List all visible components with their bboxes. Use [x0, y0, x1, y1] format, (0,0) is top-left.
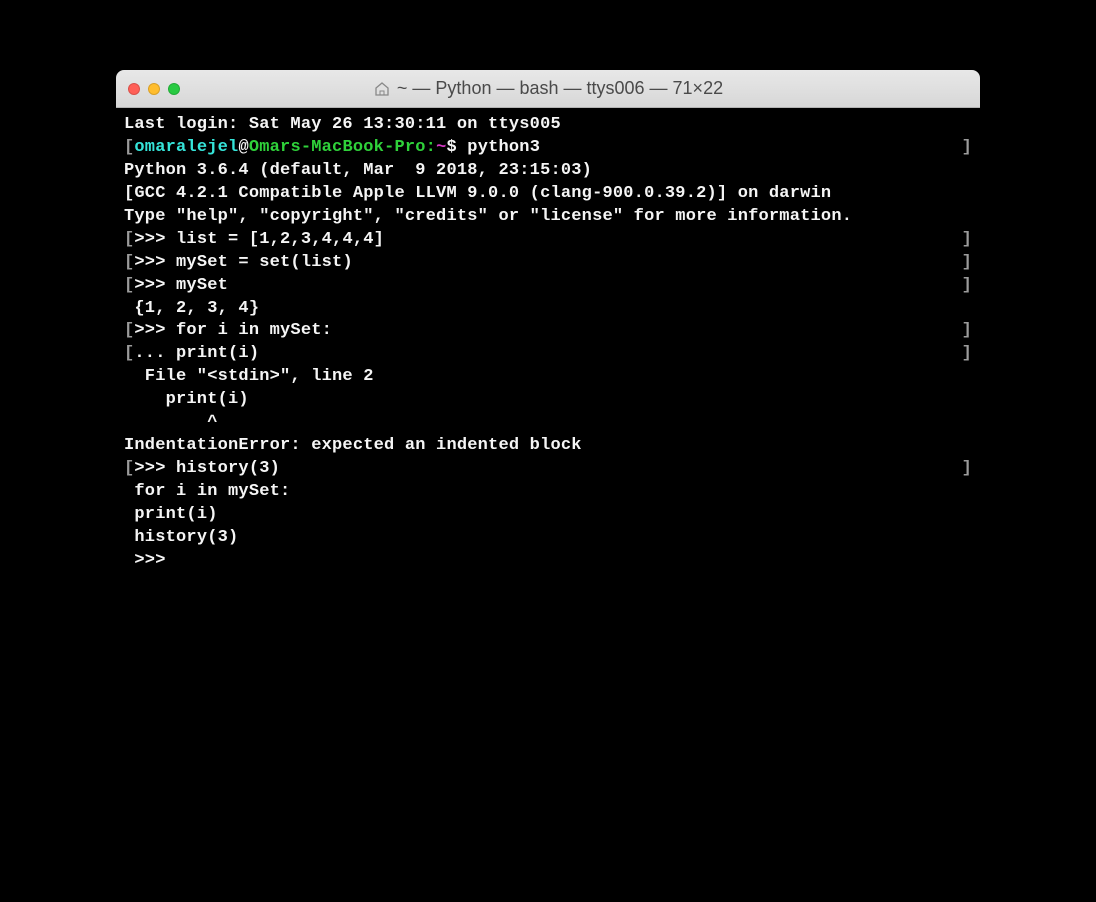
python-compiler: [GCC 4.2.1 Compatible Apple LLVM 9.0.0 (… — [124, 184, 831, 203]
repl-prompt: >>> — [134, 551, 176, 570]
error-caret: ^ — [124, 413, 218, 432]
input-for: for i in mySet: — [176, 321, 332, 340]
last-login: Last login: Sat May 26 13:30:11 on ttys0… — [124, 115, 561, 134]
terminal-content[interactable]: Last login: Sat May 26 13:30:11 on ttys0… — [116, 108, 980, 790]
python-help: Type "help", "copyright", "credits" or "… — [124, 207, 852, 226]
prompt-host: Omars-MacBook-Pro: — [249, 138, 436, 157]
terminal-window: ~ — Python — bash — ttys006 — 71×22 Last… — [116, 70, 980, 790]
window-title: ~ — Python — bash — ttys006 — 71×22 — [397, 78, 723, 99]
repl-prompt: >>> — [134, 321, 176, 340]
repl-prompt: >>> — [134, 459, 176, 478]
error-file: File "<stdin>", line 2 — [124, 367, 374, 386]
line-bracket-right: ] — [962, 320, 972, 343]
repl-prompt: >>> — [134, 276, 176, 295]
input-history: history(3) — [176, 459, 280, 478]
line-bracket-left: [ — [124, 138, 134, 157]
line-bracket-right: ] — [962, 137, 972, 160]
repl-prompt: >>> — [134, 230, 176, 249]
input-myset: mySet — [176, 276, 228, 295]
line-bracket-right: ] — [962, 275, 972, 298]
command-python3: python3 — [467, 138, 540, 157]
titlebar[interactable]: ~ — Python — bash — ttys006 — 71×22 — [116, 70, 980, 108]
zoom-icon[interactable] — [168, 83, 180, 95]
minimize-icon[interactable] — [148, 83, 160, 95]
output-myset: {1, 2, 3, 4} — [134, 299, 259, 318]
prompt-dollar: $ — [446, 138, 467, 157]
prompt-path: ~ — [436, 138, 446, 157]
line-bracket-left: [ — [124, 230, 134, 249]
python-version: Python 3.6.4 (default, Mar 9 2018, 23:15… — [124, 161, 602, 180]
line-bracket-right: ] — [962, 252, 972, 275]
line-bracket-right: ] — [962, 229, 972, 252]
line-bracket-left: [ — [124, 459, 134, 478]
prompt-user: omaralejel — [134, 138, 238, 157]
error-line: print(i) — [124, 390, 249, 409]
line-bracket-right: ] — [962, 458, 972, 481]
input-print: print(i) — [176, 344, 259, 363]
history-out-2: print(i) — [134, 505, 217, 524]
close-icon[interactable] — [128, 83, 140, 95]
line-bracket-left: [ — [124, 321, 134, 340]
home-icon — [373, 80, 391, 98]
title-wrapper: ~ — Python — bash — ttys006 — 71×22 — [116, 78, 980, 99]
traffic-lights — [128, 83, 180, 95]
history-out-3: history(3) — [134, 528, 238, 547]
line-bracket-left: [ — [124, 253, 134, 272]
line-bracket-right: ] — [962, 343, 972, 366]
line-bracket-left: [ — [124, 276, 134, 295]
input-list: list = [1,2,3,4,4,4] — [176, 230, 384, 249]
line-bracket-left: [ — [124, 344, 134, 363]
error-message: IndentationError: expected an indented b… — [124, 436, 582, 455]
input-myset-assign: mySet = set(list) — [176, 253, 353, 272]
history-out-1: for i in mySet: — [134, 482, 290, 501]
repl-cont: ... — [134, 344, 176, 363]
repl-prompt: >>> — [134, 253, 176, 272]
prompt-at: @ — [238, 138, 248, 157]
